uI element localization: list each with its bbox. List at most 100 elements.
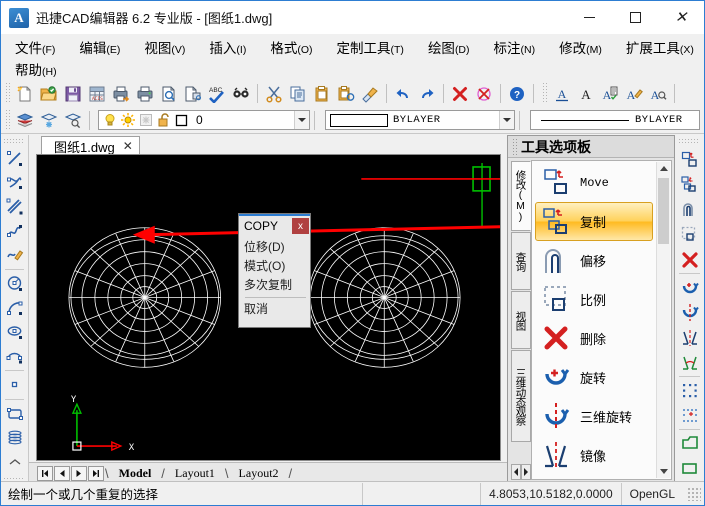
point-icon[interactable] <box>3 373 27 397</box>
ellipse-icon[interactable] <box>3 320 27 344</box>
copy-option-displacement[interactable]: 位移(D) <box>241 238 310 257</box>
cut-icon[interactable] <box>262 82 286 106</box>
erase-all-icon[interactable] <box>472 82 496 106</box>
circle-icon[interactable] <box>3 272 27 296</box>
palette-item-copy[interactable]: 复制 <box>535 202 653 241</box>
menu-edit[interactable]: 编辑(E) <box>77 36 122 58</box>
palette-item-scale[interactable]: 比例 <box>535 280 653 319</box>
erase-icon[interactable] <box>677 247 703 272</box>
palette-item-mirror[interactable]: 镜像 <box>535 436 653 475</box>
palette-grip[interactable] <box>511 138 518 155</box>
paste-special-icon[interactable] <box>334 82 358 106</box>
layout-tab-model[interactable]: Model <box>109 466 162 481</box>
palette-item-rotate[interactable]: 旋转 <box>535 358 653 397</box>
maximize-button[interactable] <box>612 1 658 34</box>
palette-tab-orbit-3d[interactable]: 三维动态观察 <box>511 350 531 442</box>
open-file-icon[interactable] <box>37 82 61 106</box>
layer-previous-icon[interactable] <box>61 108 85 132</box>
palette-item-move[interactable]: Move <box>535 163 653 202</box>
array-path-icon[interactable] <box>677 403 703 428</box>
arc-icon[interactable] <box>3 296 27 320</box>
resize-grip-icon[interactable] <box>687 486 701 501</box>
copy-option-mode[interactable]: 模式(O) <box>241 257 310 276</box>
menu-dimension[interactable]: 标注(N) <box>492 36 538 58</box>
minimize-button[interactable] <box>566 1 612 34</box>
print-icon[interactable] <box>133 82 157 106</box>
palette-tab-query[interactable]: 查询 <box>511 232 531 290</box>
spellcheck-icon[interactable]: ABC <box>205 82 229 106</box>
layer-combo-arrow[interactable] <box>294 111 309 129</box>
undo-icon[interactable] <box>391 82 415 106</box>
palette-scroll-up-icon[interactable] <box>657 162 671 176</box>
text-single-icon[interactable]: A <box>574 82 598 106</box>
layer-toolbar-grip[interactable] <box>4 109 11 131</box>
help-icon[interactable]: ? <box>505 82 529 106</box>
status-renderer[interactable]: OpenGL <box>620 482 683 505</box>
menu-file[interactable]: 文件(F) <box>13 36 57 58</box>
rotate-icon[interactable] <box>677 275 703 300</box>
last-page-icon[interactable] <box>88 465 104 481</box>
palette-scroll-down-icon[interactable] <box>657 464 671 478</box>
copy-option-multiple[interactable]: 多次复制 <box>241 276 310 295</box>
copy-option-cancel[interactable]: 取消 <box>241 300 310 319</box>
palette-tab-prev-icon[interactable] <box>511 464 521 480</box>
draw-toolbar-grip[interactable] <box>4 137 25 144</box>
text-style-icon[interactable]: A <box>550 82 574 106</box>
helix-icon[interactable] <box>3 426 27 450</box>
extrude-icon[interactable] <box>677 431 703 456</box>
freehand-sketch-icon[interactable] <box>3 243 27 267</box>
layer-combo[interactable]: 0 <box>98 110 310 130</box>
menu-help[interactable]: 帮助(H) <box>13 58 59 80</box>
menu-custom-tools[interactable]: 定制工具(T) <box>335 36 406 58</box>
print-preview-icon[interactable] <box>157 82 181 106</box>
menu-draw[interactable]: 绘图(D) <box>426 36 472 58</box>
menu-insert[interactable]: 插入(I) <box>207 36 248 58</box>
save-icon[interactable] <box>61 82 85 106</box>
first-page-icon[interactable] <box>37 465 53 481</box>
save-as-icon[interactable]: ACIS <box>85 82 109 106</box>
mirror3d-icon[interactable] <box>677 350 703 375</box>
elliptical-arc-icon[interactable] <box>3 344 27 368</box>
menu-modify[interactable]: 修改(M) <box>557 36 604 58</box>
double-line-icon[interactable] <box>3 195 27 219</box>
redo-icon[interactable] <box>415 82 439 106</box>
copy-icon[interactable] <box>286 82 310 106</box>
delete-icon[interactable] <box>448 82 472 106</box>
menu-express-tools[interactable]: 扩展工具(X) <box>624 36 696 58</box>
palette-tab-next-icon[interactable] <box>521 464 531 480</box>
find-icon[interactable] <box>229 82 253 106</box>
box-icon[interactable] <box>677 456 703 481</box>
prev-page-icon[interactable] <box>54 465 70 481</box>
palette-tab-modify[interactable]: 修改(M) <box>511 161 531 231</box>
array-rect-icon[interactable] <box>677 378 703 403</box>
layout-tab-layout1[interactable]: Layout1 <box>165 466 225 481</box>
layer-freeze-icon[interactable] <box>37 108 61 132</box>
new-file-icon[interactable] <box>13 82 37 106</box>
move-icon[interactable] <box>677 147 703 172</box>
print-export-icon[interactable] <box>109 82 133 106</box>
mirror-icon[interactable] <box>677 325 703 350</box>
palette-scrollbar[interactable] <box>656 162 670 478</box>
next-page-icon[interactable] <box>71 465 87 481</box>
palette-item-offset[interactable]: 偏移 <box>535 241 653 280</box>
copy-icon[interactable] <box>677 172 703 197</box>
paste-icon[interactable] <box>310 82 334 106</box>
offset-icon[interactable] <box>677 197 703 222</box>
menu-format[interactable]: 格式(O) <box>268 36 314 58</box>
close-button[interactable]: ✕ <box>658 1 704 34</box>
toolbar-grip-text[interactable] <box>541 83 548 104</box>
color-combo-arrow[interactable] <box>499 111 514 129</box>
rectangle-icon[interactable] <box>3 402 27 426</box>
layout-tab-layout2[interactable]: Layout2 <box>229 466 289 481</box>
copy-popup-close-button[interactable]: x <box>292 218 309 234</box>
layer-properties-icon[interactable] <box>13 108 37 132</box>
toolbar-grip[interactable] <box>4 83 11 104</box>
more-chevron-icon[interactable] <box>3 450 27 474</box>
line-icon[interactable] <box>3 147 27 171</box>
color-combo[interactable]: BYLAYER <box>325 110 515 130</box>
text-find-icon[interactable]: A <box>646 82 670 106</box>
status-coordinates[interactable]: 4.8053,10.5182,0.0000 <box>480 482 620 505</box>
page-setup-icon[interactable] <box>181 82 205 106</box>
spline-icon[interactable] <box>3 219 27 243</box>
linetype-combo[interactable]: BYLAYER <box>530 110 700 130</box>
